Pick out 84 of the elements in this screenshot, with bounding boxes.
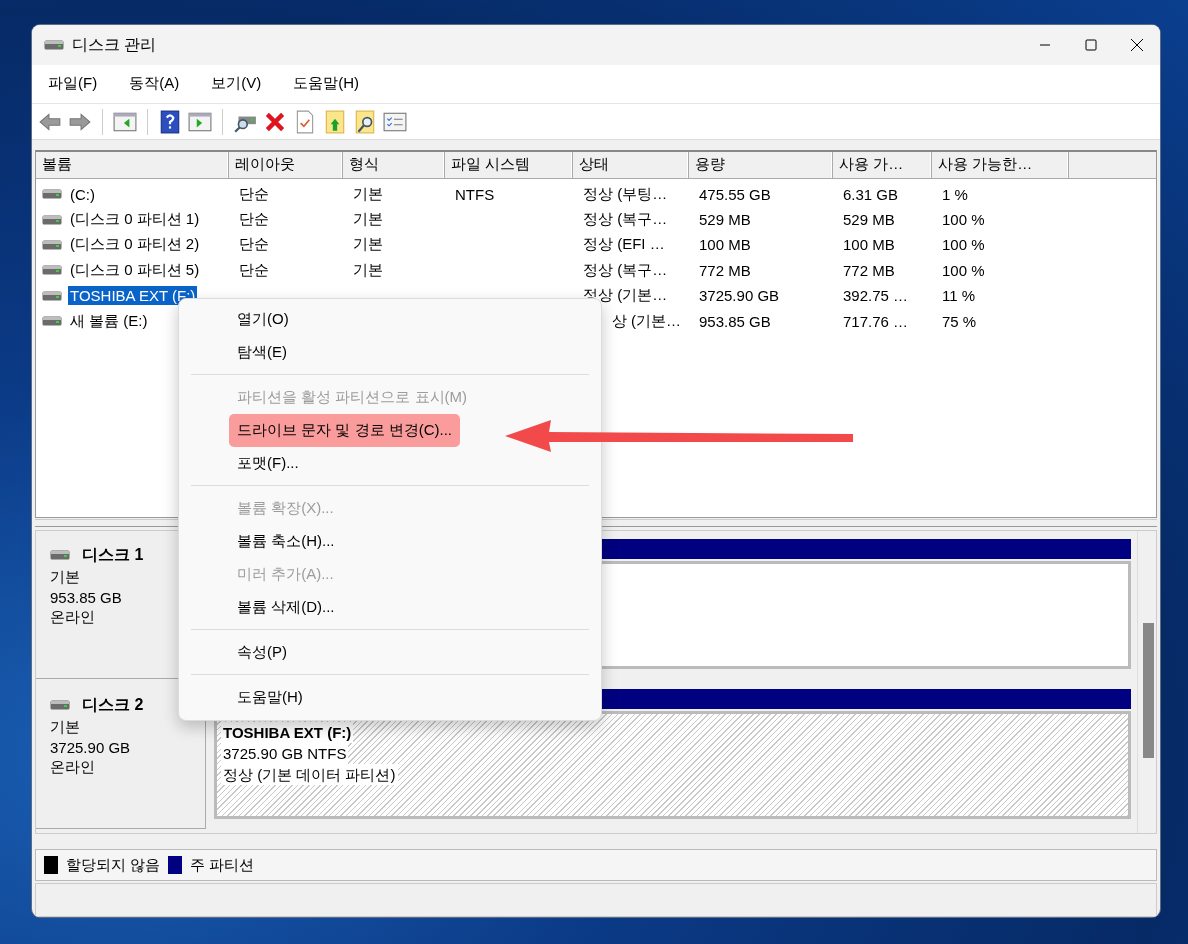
table-cell-text: 상 (기본… — [610, 311, 682, 331]
drive-icon — [42, 189, 62, 200]
table-cell-text: 75 % — [941, 312, 978, 330]
table-cell-text: 6.31 GB — [842, 185, 900, 203]
column-header[interactable]: 파일 시스템 — [445, 152, 573, 179]
table-cell-text: 단순 — [238, 184, 270, 204]
disk-name: 디스크 2 — [82, 694, 144, 715]
table-cell-text: NTFS — [454, 185, 496, 203]
drive-icon — [42, 214, 62, 225]
table-cell-text: 475.55 GB — [698, 185, 772, 203]
partition-status: 정상 (기본 데이터 파티션) — [221, 763, 398, 785]
menu-item[interactable]: 속성(P) — [229, 636, 295, 669]
table-cell-text: 100 MB — [842, 236, 896, 254]
menu-item[interactable]: 보기(V) — [199, 70, 274, 98]
drive-icon — [42, 265, 62, 276]
menu-item[interactable]: 볼륨 삭제(D)... — [229, 591, 343, 624]
drive-icon — [42, 239, 62, 250]
column-header[interactable]: 볼륨 — [36, 152, 229, 179]
table-cell-text: 정상 (복구… — [582, 260, 669, 280]
volume-name[interactable]: (디스크 0 파티션 5) — [68, 259, 202, 281]
volume-name[interactable]: 새 볼륨 (E:) — [68, 310, 150, 332]
column-header[interactable]: 용량 — [689, 152, 833, 179]
app-icon — [44, 40, 64, 50]
volume-name[interactable]: (C:) — [68, 184, 97, 204]
disk-type: 기본 — [50, 567, 81, 587]
disk-size: 953.85 GB — [50, 588, 123, 606]
menu-item[interactable]: 파일(F) — [36, 70, 110, 98]
column-header[interactable]: 사용 가… — [833, 152, 932, 179]
disk-type: 기본 — [50, 717, 81, 737]
table-cell-text: 529 MB — [842, 211, 896, 229]
table-cell-text: 3725.90 GB — [698, 287, 781, 305]
drive-icon — [42, 316, 62, 327]
menu-item[interactable]: 도움말(H) — [281, 70, 371, 98]
legend-label: 주 파티션 — [190, 855, 255, 875]
table-cell-text: 1 % — [941, 185, 969, 203]
table-cell-text: 100 MB — [698, 236, 752, 254]
menu-item[interactable]: 탐색(E) — [229, 336, 295, 369]
partition-block[interactable]: TOSHIBA EXT (F:) 3725.90 GB NTFS 정상 (기본 데이터 파티션) — [214, 710, 1131, 819]
partition-label: TOSHIBA EXT (F:) — [221, 721, 354, 743]
table-cell-text: 정상 (EFI … — [582, 235, 666, 255]
help-icon[interactable] — [158, 109, 182, 134]
disk-status: 온라인 — [50, 757, 96, 777]
table-cell-text: 392.75 … — [842, 287, 910, 305]
folder-search-icon[interactable] — [353, 109, 377, 134]
table-cell-text: 단순 — [238, 210, 270, 230]
table-cell-text: 772 MB — [698, 261, 752, 279]
drive-icon — [50, 550, 70, 561]
window-title: 디스크 관리 — [72, 34, 158, 55]
column-header[interactable]: 레이아웃 — [229, 152, 343, 179]
disk-status: 온라인 — [50, 607, 96, 627]
menu-item[interactable]: 볼륨 축소(H)... — [229, 525, 343, 558]
partition-detail: 3725.90 GB NTFS — [221, 742, 349, 764]
table-cell-text: 100 % — [941, 211, 986, 229]
legend-label: 할당되지 않음 — [66, 855, 161, 875]
column-header[interactable]: 사용 가능한… — [932, 152, 1069, 179]
volume-name[interactable]: (디스크 0 파티션 2) — [68, 234, 202, 256]
table-cell-text: 단순 — [238, 260, 270, 280]
disk-size: 3725.90 GB — [50, 738, 132, 756]
table-cell-text: 기본 — [352, 184, 384, 204]
table-cell-text: 100 % — [941, 261, 986, 279]
table-cell-text: 정상 (부팅… — [582, 184, 669, 204]
drive-icon — [50, 700, 70, 711]
table-cell-text: 100 % — [941, 236, 986, 254]
column-header[interactable]: 상태 — [573, 152, 689, 179]
table-cell-text: 11 % — [941, 287, 977, 305]
table-cell-text: 기본 — [352, 210, 384, 230]
menu-item[interactable]: 열기(O) — [229, 303, 297, 336]
column-header[interactable]: 형식 — [343, 152, 445, 179]
folder-up-icon[interactable] — [323, 109, 347, 134]
table-cell-text: 529 MB — [698, 211, 752, 229]
drive-icon — [42, 290, 62, 301]
volume-name[interactable]: (디스크 0 파티션 1) — [68, 209, 202, 231]
table-cell-text: 정상 (복구… — [582, 210, 669, 230]
table-cell-text: 기본 — [352, 260, 384, 280]
table-cell-text: 단순 — [238, 235, 270, 255]
menu-item[interactable]: 드라이브 문자 및 경로 변경(C)... — [229, 414, 460, 447]
scrollbar-thumb[interactable] — [1143, 622, 1154, 758]
table-cell-text: 953.85 GB — [698, 312, 772, 330]
table-cell-text: 기본 — [352, 235, 384, 255]
table-cell-text: 717.76 … — [842, 312, 910, 330]
table-cell-text: 772 MB — [842, 261, 896, 279]
menu-item[interactable]: 포맷(F)... — [229, 447, 307, 480]
menu-item[interactable]: 동작(A) — [117, 70, 192, 98]
disk-name: 디스크 1 — [82, 544, 144, 565]
